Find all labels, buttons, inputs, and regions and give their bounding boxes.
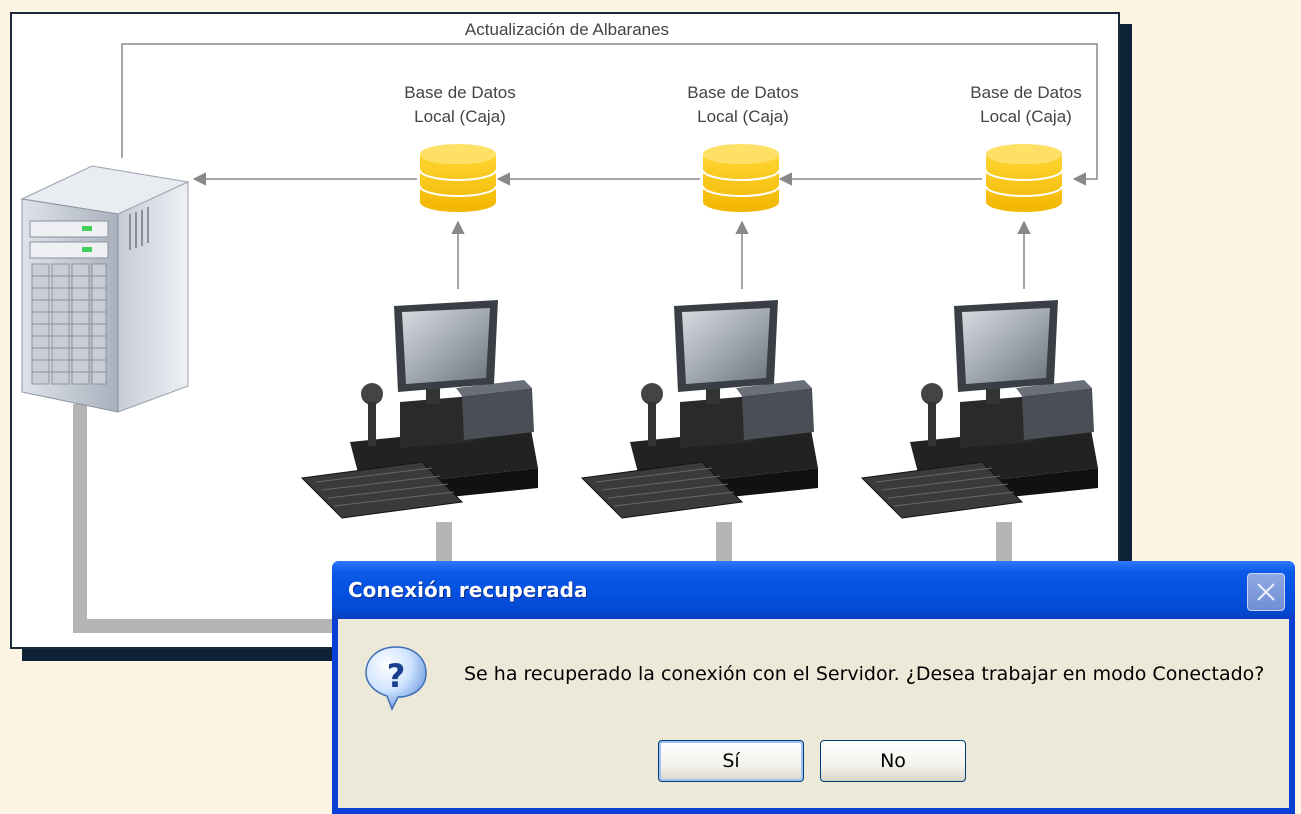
dialog-titlebar[interactable]: Conexión recuperada [332,561,1295,619]
database-label-line2: Local (Caja) [414,107,506,126]
database-label-line1: Base de Datos [404,83,516,102]
dialog-body: ? Se ha recuperado la conexión con el Se… [338,619,1289,808]
connection-dialog: Conexión recuperada ? Se ha recuperado l… [332,561,1295,814]
update-loop-label: Actualización de Albaranes [464,20,670,39]
question-icon: ? [365,646,427,711]
database-label-line2: Local (Caja) [980,107,1072,126]
database-label-line1: Base de Datos [970,83,1082,102]
server-icon [20,165,190,413]
database-label-line2: Local (Caja) [697,107,789,126]
pos-to-db-arrows [451,220,1031,289]
close-icon [1257,583,1275,601]
close-button[interactable] [1247,573,1285,611]
yes-button[interactable]: Sí [658,740,804,782]
database-label-line1: Base de Datos [687,83,799,102]
pos-terminal-icon-3 [861,299,1099,565]
pos-terminal-icon-2 [581,299,819,565]
database-label-2: Base de Datos Local (Caja) [653,81,833,129]
svg-text:?: ? [387,657,406,695]
dialog-title: Conexión recuperada [348,578,588,602]
database-icon-1 [419,144,497,212]
pos-terminal-icon-1 [300,300,538,564]
dialog-message: Se ha recuperado la conexión con el Serv… [464,663,1265,685]
database-icon-3 [985,144,1063,212]
no-button[interactable]: No [820,740,966,782]
database-label-3: Base de Datos Local (Caja) [936,81,1116,129]
database-icon-2 [702,144,780,212]
database-label-1: Base de Datos Local (Caja) [370,81,550,129]
network-diagram: Actualización de Albaranes Base de Datos… [10,12,1120,649]
